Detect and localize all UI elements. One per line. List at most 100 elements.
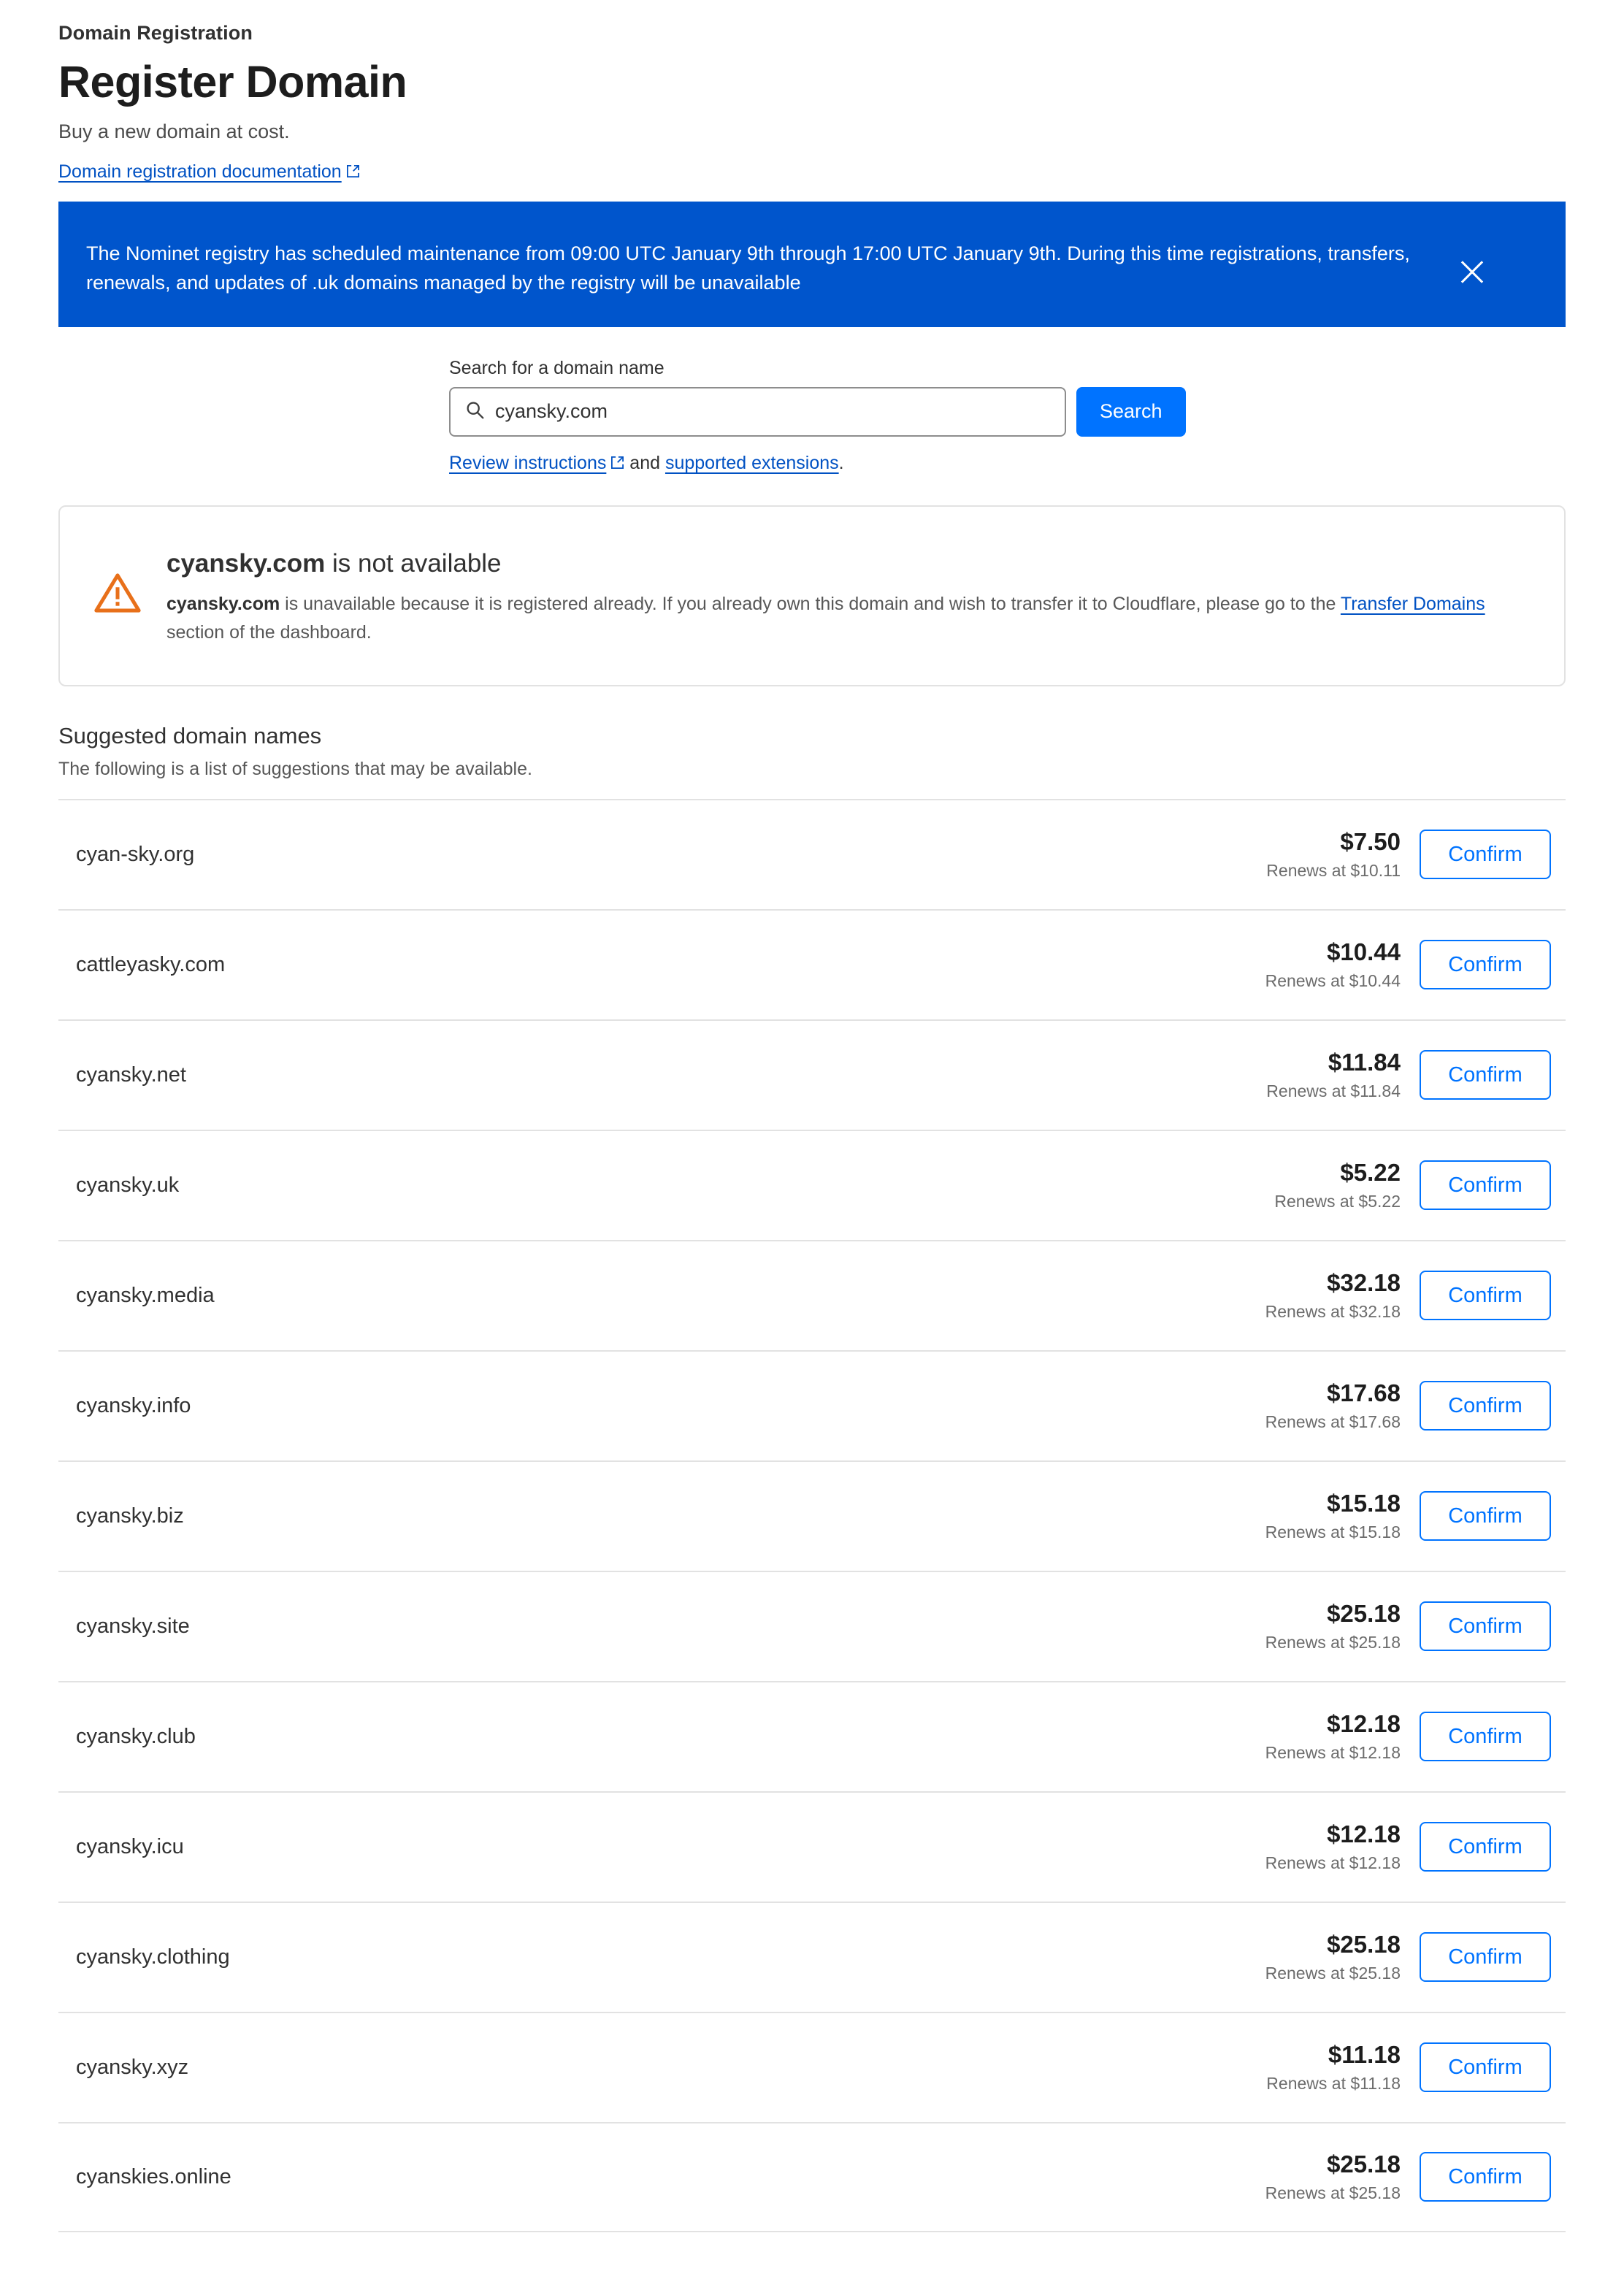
maintenance-banner: The Nominet registry has scheduled maint…	[58, 201, 1566, 327]
supported-extensions-label: supported extensions	[664, 452, 839, 473]
domain-price: $11.84	[1328, 1049, 1401, 1076]
domain-renewal-price: Renews at $11.84	[1266, 1081, 1401, 1101]
domain-unavailable-desc-part2: section of the dashboard.	[166, 622, 372, 643]
domain-name: cyansky.site	[76, 1614, 190, 1638]
supported-extensions-link[interactable]: supported extensions	[665, 453, 839, 473]
search-input[interactable]: cyansky.com	[449, 386, 1066, 437]
confirm-button[interactable]: Confirm	[1420, 1932, 1551, 1983]
domain-name: cyansky.xyz	[76, 2055, 189, 2079]
transfer-domains-link[interactable]: Transfer Domains	[1341, 594, 1485, 614]
confirm-button[interactable]: Confirm	[1420, 1822, 1551, 1872]
domain-price-col: $32.18 Renews at $32.18	[1265, 1269, 1401, 1322]
domain-renewal-price: Renews at $11.18	[1266, 2074, 1401, 2094]
domain-unavailable-desc-part1: is unavailable because it is registered …	[280, 593, 1341, 614]
domain-price: $12.18	[1327, 1710, 1401, 1738]
domain-price: $5.22	[1340, 1159, 1401, 1187]
domain-renewal-price: Renews at $25.18	[1265, 1633, 1401, 1652]
domain-unavailable-description: cyansky.com is unavailable because it is…	[166, 590, 1525, 648]
table-row: cyansky.net $11.84 Renews at $11.84 Confirm	[58, 1019, 1566, 1130]
domain-price-col: $12.18 Renews at $12.18	[1265, 1820, 1401, 1873]
domain-price: $10.44	[1327, 938, 1401, 966]
suggested-domains-title: Suggested domain names	[58, 722, 322, 748]
table-row: cattleyasky.com $10.44 Renews at $10.44 Con…	[58, 908, 1566, 1019]
table-row: cyansky.biz $15.18 Renews at $15.18 Confirm	[58, 1460, 1566, 1571]
domain-renewal-price: Renews at $25.18	[1265, 2183, 1401, 2203]
confirm-button[interactable]: Confirm	[1420, 1381, 1551, 1431]
confirm-button[interactable]: Confirm	[1420, 1601, 1551, 1652]
domain-unavailable-title: cyansky.com is not available	[166, 549, 1535, 578]
domain-price-col: $25.18 Renews at $25.18	[1265, 1600, 1401, 1652]
domain-price-col: $7.50 Renews at $10.11	[1266, 828, 1401, 881]
table-row: cyansky.icu $12.18 Renews at $12.18 Confirm	[58, 1791, 1566, 1902]
documentation-link-label: Domain registration documentation	[58, 161, 342, 182]
domain-name: cyansky.icu	[76, 1834, 184, 1858]
domain-price: $11.18	[1328, 2041, 1401, 2069]
domain-price-col: $12.18 Renews at $12.18	[1265, 1710, 1401, 1763]
review-instructions-label: Review instructions	[449, 452, 607, 473]
table-row: cyanskies.online $25.18 Renews at $25.18 Co…	[58, 2121, 1566, 2232]
external-link-icon	[610, 453, 624, 475]
confirm-button[interactable]: Confirm	[1420, 1160, 1551, 1211]
confirm-button[interactable]: Confirm	[1420, 1050, 1551, 1100]
warning-triangle-icon	[93, 571, 146, 619]
table-row: cyansky.info $17.68 Renews at $17.68 Confir…	[58, 1349, 1566, 1460]
table-row: cyansky.xyz $11.18 Renews at $11.18 Confirm	[58, 2011, 1566, 2122]
domain-name: cyanskies.online	[76, 2164, 231, 2188]
domain-name: cyansky.uk	[76, 1173, 180, 1197]
confirm-button[interactable]: Confirm	[1420, 2152, 1551, 2202]
domain-price-col: $10.44 Renews at $10.44	[1265, 938, 1401, 991]
transfer-domains-label: Transfer Domains	[1340, 593, 1485, 614]
table-row: cyan-sky.org $7.50 Renews at $10.11 Confirm	[58, 798, 1566, 909]
domain-renewal-price: Renews at $5.22	[1274, 1192, 1401, 1211]
search-label: Search for a domain name	[449, 357, 664, 378]
domain-price-col: $25.18 Renews at $25.18	[1265, 1931, 1401, 1983]
domain-price-col: $17.68 Renews at $17.68	[1265, 1379, 1401, 1432]
domain-name: cyansky.media	[76, 1283, 215, 1307]
domain-name: cyansky.biz	[76, 1504, 184, 1528]
confirm-button[interactable]: Confirm	[1420, 830, 1551, 880]
breadcrumb: Domain Registration	[58, 22, 253, 44]
links-conjunction: and	[624, 452, 665, 473]
suggested-domains-list: cyan-sky.org $7.50 Renews at $10.11 Confirm…	[58, 798, 1566, 2232]
domain-name: cyansky.info	[76, 1393, 191, 1417]
table-row: cyansky.clothing $25.18 Renews at $25.18 Co…	[58, 1901, 1566, 2012]
domain-renewal-price: Renews at $12.18	[1265, 1853, 1401, 1873]
domain-price-col: $11.18 Renews at $11.18	[1266, 2041, 1401, 2094]
domain-renewal-price: Renews at $10.11	[1266, 861, 1401, 881]
search-help-links: Review instructions and supported extens…	[449, 453, 1566, 475]
confirm-button[interactable]: Confirm	[1420, 1712, 1551, 1762]
maintenance-banner-message: The Nominet registry has scheduled maint…	[86, 242, 1410, 294]
documentation-link[interactable]: Domain registration documentation	[58, 161, 342, 182]
table-row: cyansky.media $32.18 Renews at $32.18 Confi…	[58, 1239, 1566, 1350]
domain-unavailable-body: cyansky.com is not available cyansky.com…	[166, 533, 1535, 648]
search-button[interactable]: Search	[1076, 386, 1186, 437]
review-instructions-link[interactable]: Review instructions	[449, 453, 606, 473]
confirm-button[interactable]: Confirm	[1420, 1491, 1551, 1542]
domain-price: $7.50	[1340, 828, 1401, 856]
domain-price: $25.18	[1327, 2151, 1401, 2178]
domain-unavailable-card: cyansky.com is not available cyansky.com…	[58, 505, 1566, 686]
domain-renewal-price: Renews at $25.18	[1265, 1964, 1401, 1983]
documentation-link-row: Domain registration documentation	[58, 161, 1566, 183]
table-row: cyansky.uk $5.22 Renews at $5.22 Confirm	[58, 1129, 1566, 1240]
domain-price: $15.18	[1327, 1490, 1401, 1517]
search-icon	[465, 400, 485, 424]
domain-price: $25.18	[1327, 1600, 1401, 1628]
domain-name: cyansky.clothing	[76, 1945, 230, 1969]
domain-price-col: $11.84 Renews at $11.84	[1266, 1049, 1401, 1101]
search-row: cyansky.com Search	[449, 386, 1566, 437]
domain-price-col: $5.22 Renews at $5.22	[1274, 1159, 1401, 1211]
search-input-value: cyansky.com	[495, 400, 608, 423]
confirm-button[interactable]: Confirm	[1420, 1271, 1551, 1321]
table-row: cyansky.club $12.18 Renews at $12.18 Confir…	[58, 1680, 1566, 1791]
domain-renewal-price: Renews at $17.68	[1265, 1412, 1401, 1432]
external-link-icon	[346, 164, 360, 182]
domain-price: $25.18	[1327, 1931, 1401, 1958]
confirm-button[interactable]: Confirm	[1420, 2042, 1551, 2093]
domain-unavailable-desc-domain: cyansky.com	[166, 593, 280, 614]
confirm-button[interactable]: Confirm	[1420, 940, 1551, 990]
domain-unavailable-title-domain: cyansky.com	[166, 548, 326, 578]
table-row: cyansky.site $25.18 Renews at $25.18 Confir…	[58, 1570, 1566, 1681]
close-icon[interactable]	[1452, 251, 1493, 292]
domain-price: $12.18	[1327, 1820, 1401, 1848]
